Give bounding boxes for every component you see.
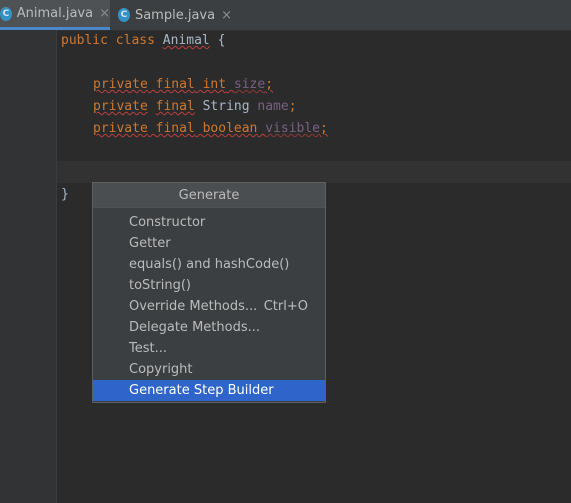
menu-item-label: Delegate Methods...: [129, 320, 260, 335]
semicolon: ;: [320, 121, 328, 136]
generate-popup: Generate Constructor Getter equals() and…: [92, 182, 326, 403]
keyword: public: [61, 33, 108, 48]
editor-tab-bar: C Animal.java × C Sample.java ×: [0, 0, 571, 31]
menu-item-label: Copyright: [129, 362, 193, 377]
semicolon: ;: [288, 99, 297, 114]
close-icon[interactable]: ×: [99, 6, 110, 21]
code-line-field-visible: private final boolean visible;: [93, 121, 328, 136]
caret-line-highlight: [57, 161, 571, 183]
keyword: private: [93, 121, 148, 136]
close-icon[interactable]: ×: [221, 8, 232, 23]
type: boolean: [202, 121, 258, 136]
menu-item-delegate-methods[interactable]: Delegate Methods...: [93, 317, 325, 338]
keyword: private: [93, 99, 148, 114]
type: int: [202, 77, 227, 92]
code-line-class-declaration: public class Animal {: [61, 33, 225, 48]
keyword: final: [155, 121, 195, 136]
gutter-mark: [0, 36, 4, 46]
menu-item-label: equals() and hashCode(): [129, 257, 290, 272]
tab-animal-java[interactable]: C Animal.java ×: [0, 0, 110, 30]
menu-item-test[interactable]: Test...: [93, 338, 325, 359]
closing-brace: }: [61, 187, 69, 202]
code-line-field-name: private final String name;: [93, 99, 297, 114]
class-name: Animal: [162, 33, 210, 48]
keyword: final: [155, 99, 195, 114]
tab-label: Animal.java: [16, 6, 94, 21]
menu-item-label: Constructor: [129, 215, 206, 230]
menu-item-equals-hashcode[interactable]: equals() and hashCode(): [93, 254, 325, 275]
menu-item-label: Getter: [129, 236, 171, 251]
java-class-icon: C: [118, 8, 130, 22]
code-line-field-size: private final int size;: [93, 77, 273, 92]
tab-label: Sample.java: [134, 7, 216, 23]
menu-item-copyright[interactable]: Copyright: [93, 359, 325, 380]
line-number-gutter[interactable]: [0, 30, 57, 503]
field-name: name: [257, 99, 289, 114]
menu-item-label: Generate Step Builder: [129, 383, 274, 398]
menu-item-label: Test...: [129, 341, 167, 356]
java-class-icon: C: [0, 6, 12, 21]
keyword: private: [93, 77, 148, 92]
menu-item-label: Override Methods...: [129, 299, 258, 314]
generate-menu: Constructor Getter equals() and hashCode…: [93, 212, 325, 401]
tab-sample-java[interactable]: C Sample.java ×: [118, 0, 232, 30]
type: String: [202, 99, 250, 114]
menu-item-getter[interactable]: Getter: [93, 233, 325, 254]
menu-item-constructor[interactable]: Constructor: [93, 212, 325, 233]
menu-item-label: toString(): [129, 278, 191, 293]
field-name: size: [233, 77, 266, 92]
field-name: visible: [265, 121, 321, 136]
popup-title: Generate: [93, 183, 325, 208]
shortcut-label: Ctrl+O: [263, 299, 308, 314]
open-brace: {: [217, 33, 226, 48]
semicolon: ;: [265, 77, 274, 92]
menu-item-override-methods[interactable]: Override Methods... Ctrl+O: [93, 296, 325, 317]
keyword: class: [115, 33, 155, 48]
menu-item-tostring[interactable]: toString(): [93, 275, 325, 296]
menu-item-generate-step-builder[interactable]: Generate Step Builder: [93, 380, 325, 401]
keyword: final: [155, 77, 195, 92]
